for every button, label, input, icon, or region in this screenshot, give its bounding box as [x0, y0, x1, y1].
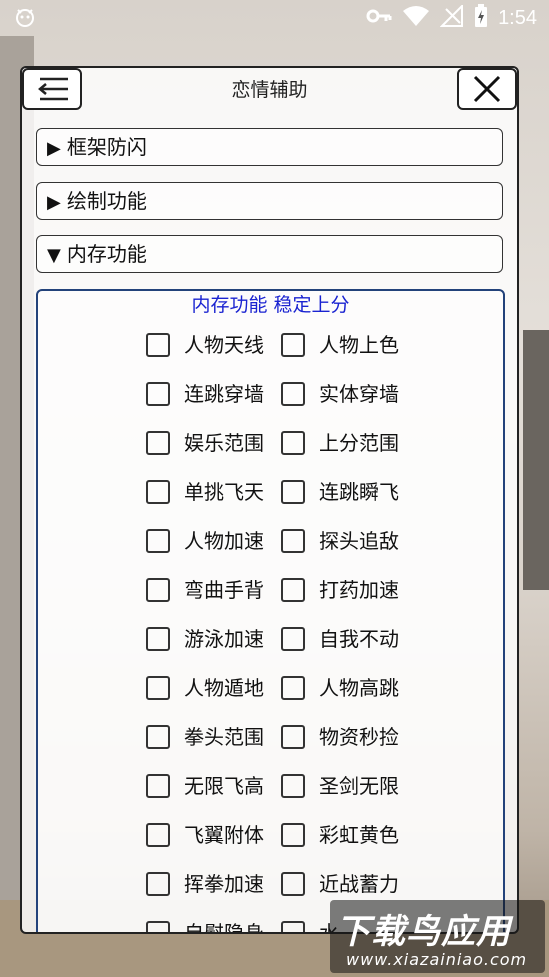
feature-checkbox[interactable]	[146, 333, 170, 357]
feature-checkbox[interactable]	[146, 921, 170, 932]
wifi-icon	[402, 5, 430, 32]
checkbox-row: 人物遁地 人物高跳	[146, 670, 446, 706]
feature-label[interactable]: 无限飞高	[184, 768, 264, 804]
feature-checkbox[interactable]	[146, 431, 170, 455]
feature-checkbox[interactable]	[146, 774, 170, 798]
feature-label[interactable]: 飞翼附体	[184, 817, 264, 853]
key-icon	[366, 6, 392, 31]
feature-label[interactable]: 自我不动	[319, 621, 399, 657]
site-watermark: 下载鸟应用 www.xiazainiao.com	[330, 900, 545, 973]
feature-checkbox[interactable]	[281, 529, 305, 553]
feature-checkbox[interactable]	[281, 333, 305, 357]
expand-arrow-icon: ▶	[47, 192, 61, 213]
feature-label[interactable]: 人物天线	[184, 327, 264, 363]
feature-label[interactable]: 挥拳加速	[184, 866, 264, 902]
background-door	[523, 330, 549, 590]
feature-checkbox[interactable]	[146, 725, 170, 749]
assist-panel: 恋情辅助 ▶ 框架防闪 ▶ 绘制功能 ▼ 内存功能 内存功能 稳定上分 人物天线 人物上…	[20, 66, 519, 934]
feature-checkbox[interactable]	[281, 823, 305, 847]
feature-label[interactable]: 人物高跳	[319, 670, 399, 706]
feature-checkbox[interactable]	[281, 872, 305, 896]
section-memory-functions[interactable]: ▼ 内存功能	[36, 235, 503, 273]
feature-label[interactable]: 打药加速	[319, 572, 399, 608]
feature-checkbox[interactable]	[146, 823, 170, 847]
close-button[interactable]	[457, 68, 517, 110]
feature-checkbox[interactable]	[146, 480, 170, 504]
close-icon	[473, 75, 501, 103]
feature-label[interactable]: 游泳加速	[184, 621, 264, 657]
feature-checkbox[interactable]	[281, 431, 305, 455]
feature-label[interactable]: 人物加速	[184, 523, 264, 559]
feature-checkbox[interactable]	[281, 774, 305, 798]
status-bar: 1:54	[0, 0, 549, 36]
feature-label[interactable]: 上分范围	[319, 425, 399, 461]
checkbox-row: 娱乐范围 上分范围	[146, 425, 446, 461]
feature-label[interactable]: 自慰隐身	[184, 915, 264, 932]
section-label: 框架防闪	[66, 135, 147, 159]
feature-label[interactable]: 近战蓄力	[319, 866, 399, 902]
checkbox-row: 连跳穿墙 实体穿墙	[146, 376, 446, 412]
section-draw-functions[interactable]: ▶ 绘制功能	[36, 182, 503, 220]
feature-label[interactable]: 实体穿墙	[319, 376, 399, 412]
feature-checkbox[interactable]	[281, 578, 305, 602]
feature-checkbox[interactable]	[281, 382, 305, 406]
memory-functions-box: 内存功能 稳定上分 人物天线 人物上色连跳穿墙 实体穿墙娱乐范围 上分范围单挑飞天 连跳…	[36, 289, 505, 932]
feature-label[interactable]: 连跳瞬飞	[319, 474, 399, 510]
feature-label[interactable]: 娱乐范围	[184, 425, 264, 461]
feature-label[interactable]: 连跳穿墙	[184, 376, 264, 412]
feature-label[interactable]: 圣剑无限	[319, 768, 399, 804]
checkbox-row: 拳头范围 物资秒捡	[146, 719, 446, 755]
collapse-menu-button[interactable]	[22, 68, 82, 110]
feature-checkbox[interactable]	[281, 676, 305, 700]
checkbox-row: 单挑飞天 连跳瞬飞	[146, 474, 446, 510]
no-signal-icon	[439, 3, 464, 32]
checkbox-row: 游泳加速 自我不动	[146, 621, 446, 657]
battery-charging-icon	[474, 3, 488, 33]
feature-label[interactable]: 人物上色	[319, 327, 399, 363]
clock-time: 1:54	[498, 6, 537, 29]
panel-title: 恋情辅助	[231, 79, 308, 101]
watermark-url: www.xiazainiao.com	[346, 950, 528, 969]
feature-checkbox[interactable]	[281, 725, 305, 749]
feature-label[interactable]: 物资秒捡	[319, 719, 399, 755]
app-notification-icon	[12, 4, 38, 30]
feature-label[interactable]: 人物遁地	[184, 670, 264, 706]
collapse-arrow-icon: ▼	[47, 245, 61, 266]
checkbox-row: 无限飞高 圣剑无限	[146, 768, 446, 804]
feature-checkbox[interactable]	[146, 627, 170, 651]
watermark-logo-text: 下载鸟应用	[336, 912, 511, 952]
feature-checkbox[interactable]	[146, 676, 170, 700]
section-label: 内存功能	[66, 242, 147, 266]
memory-title: 内存功能 稳定上分	[191, 294, 350, 316]
expand-arrow-icon: ▶	[47, 138, 61, 159]
checkbox-row: 弯曲手背 打药加速	[146, 572, 446, 608]
feature-checkbox[interactable]	[146, 529, 170, 553]
feature-checkbox[interactable]	[146, 382, 170, 406]
feature-checkbox[interactable]	[146, 872, 170, 896]
feature-checkbox[interactable]	[146, 578, 170, 602]
checkbox-row: 飞翼附体 彩虹黄色	[146, 817, 446, 853]
section-frame-anti-flash[interactable]: ▶ 框架防闪	[36, 128, 503, 166]
feature-checkbox[interactable]	[281, 480, 305, 504]
feature-label[interactable]: 彩虹黄色	[319, 817, 399, 853]
feature-label[interactable]: 单挑飞天	[184, 474, 264, 510]
collapse-menu-icon	[38, 77, 68, 101]
feature-checkbox[interactable]	[281, 627, 305, 651]
feature-label[interactable]: 拳头范围	[184, 719, 264, 755]
checkbox-row: 人物天线 人物上色	[146, 327, 446, 363]
feature-label[interactable]: 探头追敌	[319, 523, 399, 559]
feature-checkbox[interactable]	[281, 921, 305, 932]
checkbox-row: 人物加速 探头追敌	[146, 523, 446, 559]
checkbox-row: 挥拳加速 近战蓄力	[146, 866, 446, 902]
feature-label[interactable]: 弯曲手背	[184, 572, 264, 608]
section-label: 绘制功能	[66, 189, 147, 213]
